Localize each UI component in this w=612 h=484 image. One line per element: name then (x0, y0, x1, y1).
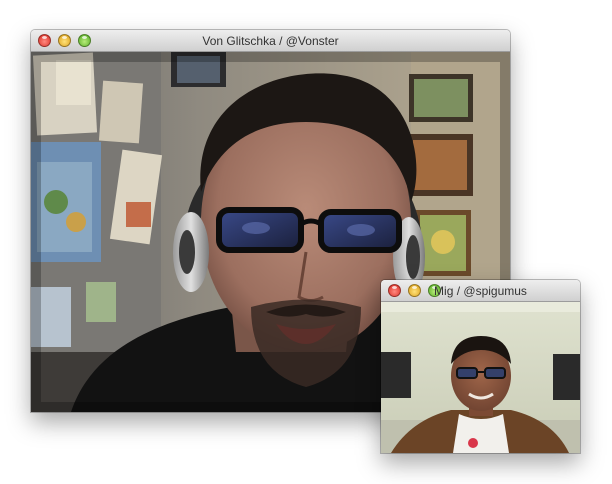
mini-window-title: Mig / @spigumus (434, 284, 527, 298)
mini-video-feed (381, 302, 580, 453)
mini-window-titlebar[interactable]: Mig / @spigumus (381, 280, 580, 302)
main-window-title: Von Glitschka / @Vonster (202, 34, 339, 48)
main-window-titlebar[interactable]: Von Glitschka / @Vonster (31, 30, 510, 52)
mini-video-image (381, 302, 580, 453)
mini-video-window: Mig / @spigumus (381, 280, 580, 453)
stage: Von Glitschka / @Vonster Mig / @spigumus (0, 0, 612, 484)
